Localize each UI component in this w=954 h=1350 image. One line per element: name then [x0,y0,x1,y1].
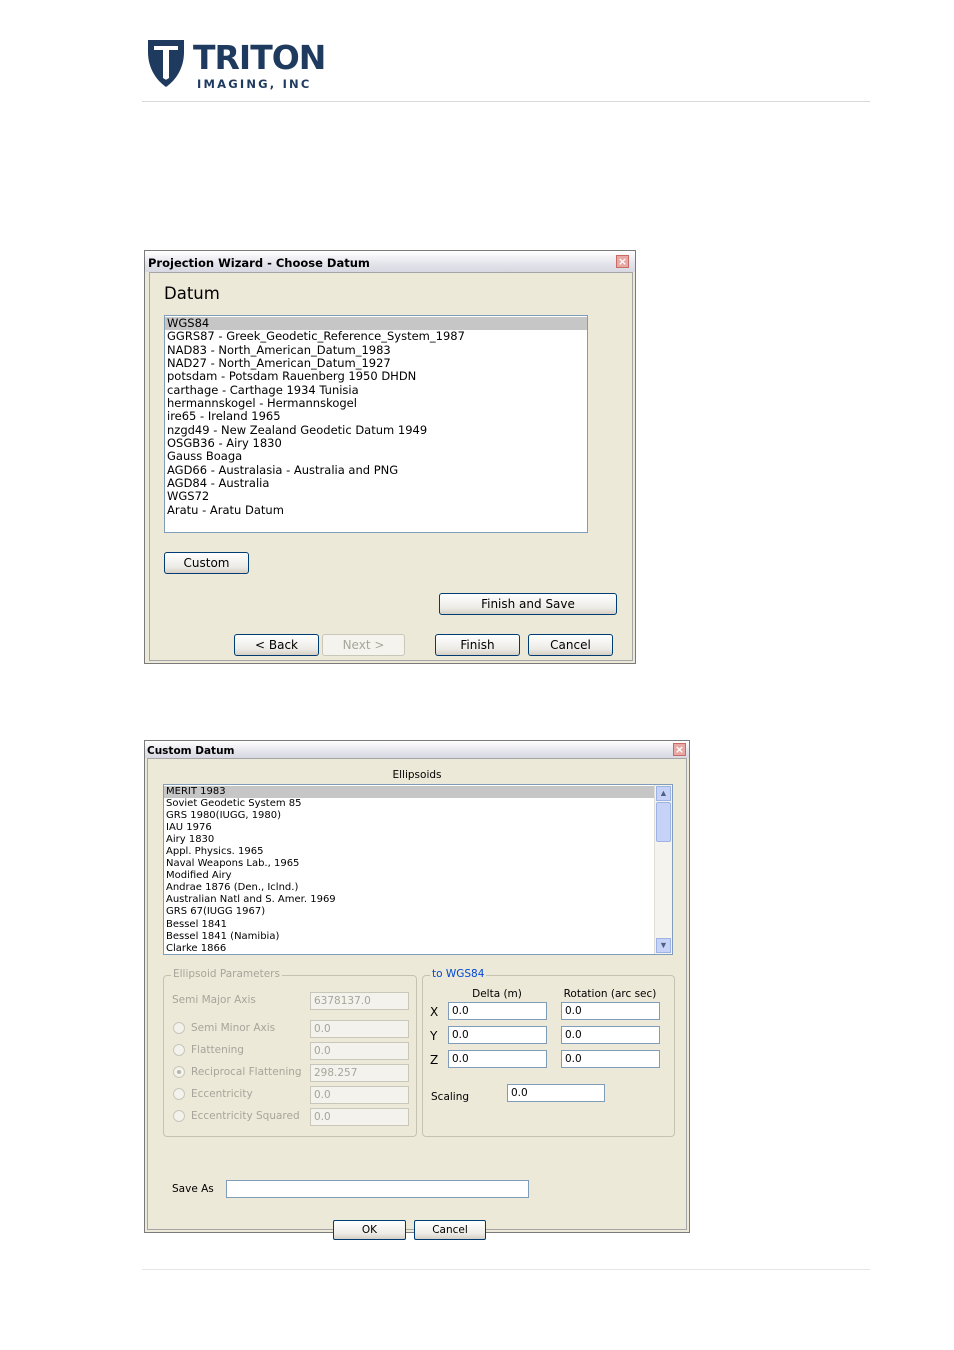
semi-major-axis-field[interactable]: 6378137.0 [310,992,409,1010]
scroll-up-icon[interactable]: ▲ [656,786,671,801]
delta-y-field[interactable]: 0.0 [448,1026,547,1044]
close-icon[interactable]: × [673,743,686,756]
scroll-down-icon[interactable]: ▼ [656,938,671,953]
rotation-x-field[interactable]: 0.0 [561,1002,660,1020]
datum-list-item[interactable]: potsdam - Potsdam Rauenberg 1950 DHDN [165,370,587,384]
eccentricity-squared-radio[interactable] [173,1110,185,1122]
custom-body: Ellipsoids MERIT 1983 Soviet Geodetic Sys… [147,758,687,1240]
ellipsoid-list-item[interactable]: GRS 67(IUGG 1967) [164,906,654,918]
ellipsoid-list-item[interactable]: Soviet Geodetic System 85 [164,798,654,810]
semi-minor-axis-field[interactable]: 0.0 [310,1020,409,1038]
ellipsoid-list-item[interactable]: MERIT 1983 [164,786,654,799]
y-label: Y [430,1029,438,1043]
ellipsoids-label: Ellipsoids [392,769,442,781]
datum-list-item[interactable]: nzgd49 - New Zealand Geodetic Datum 1949 [165,423,587,437]
datum-list-item[interactable]: AGD66 - Australasia - Australia and PNG [165,463,587,477]
eccentricity-squared-label: Eccentricity Squared [191,1110,300,1122]
datum-list[interactable]: WGS84 GGRS87 - Greek_Geodetic_Reference_S… [164,315,588,533]
reciprocal-flattening-label: Reciprocal Flattening [191,1066,302,1078]
save-as-field[interactable] [226,1180,529,1198]
ellipsoid-list-item[interactable]: Modified Airy [164,870,654,882]
datum-list-item[interactable]: carthage - Carthage 1934 Tunisia [165,383,587,397]
z-label: Z [430,1053,439,1067]
back-button[interactable]: < Back [234,634,319,656]
datum-list-item[interactable]: NAD83 - North_American_Datum_1983 [165,343,587,357]
save-as-label: Save As [172,1183,214,1195]
eccentricity-label: Eccentricity [191,1088,253,1100]
eccentricity-radio[interactable] [173,1088,185,1100]
ellipsoid-list-item[interactable]: Andrae 1876 (Den., Iclnd.) [164,882,654,894]
ellipsoid-list-item[interactable]: Australian Natl and S. Amer. 1969 [164,894,654,906]
datum-list-item[interactable]: Gauss Boaga [165,450,587,464]
datum-list-item[interactable]: Aratu - Aratu Datum [165,503,587,517]
datum-list-item[interactable]: OSGB36 - Airy 1830 [165,436,587,450]
datum-list-item[interactable]: NAD27 - North_American_Datum_1927 [165,356,587,370]
wizard-titlebar[interactable]: Projection Wizard - Choose Datum × [145,251,635,272]
ellipsoid-list-item[interactable]: Airy 1830 [164,834,654,846]
scroll-thumb[interactable] [656,802,671,842]
to-wgs84-group: to WGS84 Delta (m) Rotation (arc sec) X … [422,968,675,1137]
datum-list-item[interactable]: AGD84 - Australia [165,476,587,490]
delta-z-field[interactable]: 0.0 [448,1050,547,1068]
ellipsoid-list-item[interactable]: IAU 1976 [164,822,654,834]
brand-name: TRITON [193,38,326,77]
semi-major-axis-label: Semi Major Axis [172,994,256,1006]
delta-header: Delta (m) [472,988,522,1000]
datum-list-item[interactable]: ire65 - Ireland 1965 [165,410,587,424]
datum-list-item[interactable]: WGS72 [165,490,587,504]
ellipsoid-list-item[interactable]: Bessel 1841 (Namibia) [164,931,654,943]
rotation-z-field[interactable]: 0.0 [561,1050,660,1068]
custom-title: Custom Datum [147,745,235,757]
brand-subtitle: IMAGING, INC [197,77,312,91]
wizard-body: Datum WGS84 GGRS87 - Greek_Geodetic_Refer… [149,272,633,661]
next-button[interactable]: Next > [322,634,405,656]
ok-button[interactable]: OK [333,1220,406,1240]
ellipsoid-list[interactable]: MERIT 1983 Soviet Geodetic System 85 GRS 1… [164,786,654,954]
rotation-header: Rotation (arc sec) [563,988,657,1000]
triton-logo-icon [148,40,184,87]
flattening-radio[interactable] [173,1044,185,1056]
datum-heading: Datum [164,284,220,303]
reciprocal-flattening-radio[interactable] [173,1066,185,1078]
flattening-field[interactable]: 0.0 [310,1042,409,1060]
cancel-button[interactable]: Cancel [528,634,613,656]
flattening-label: Flattening [191,1044,244,1056]
finish-button[interactable]: Finish [435,634,520,656]
header-divider [142,101,870,102]
scaling-label: Scaling [431,1091,470,1103]
rotation-y-field[interactable]: 0.0 [561,1026,660,1044]
wizard-title: Projection Wizard - Choose Datum [148,256,370,270]
to-wgs84-title: to WGS84 [430,968,487,980]
ellipsoid-list-item[interactable]: Naval Weapons Lab., 1965 [164,858,654,870]
custom-datum-window: Custom Datum × Ellipsoids MERIT 1983 Sovi… [144,740,690,1240]
ellipsoid-parameters-group: Ellipsoid Parameters Semi Major Axis 637… [163,968,417,1137]
semi-minor-axis-radio[interactable] [173,1022,185,1034]
ellipsoid-list-item[interactable]: GRS 1980(IUGG, 1980) [164,810,654,822]
delta-x-field[interactable]: 0.0 [448,1002,547,1020]
footer-divider [142,1269,870,1270]
datum-list-item[interactable]: hermannskogel - Hermannskogel [165,396,587,410]
projection-wizard-window: Projection Wizard - Choose Datum × Datum… [144,250,636,664]
scaling-field[interactable]: 0.0 [507,1084,605,1102]
semi-minor-axis-label: Semi Minor Axis [191,1022,276,1034]
close-icon[interactable]: × [616,255,629,268]
x-label: X [430,1005,439,1019]
ellipsoid-scrollbar[interactable]: ▲ ▼ [654,785,672,954]
ellipsoid-list-item[interactable]: Bessel 1841 [164,919,654,931]
reciprocal-flattening-field[interactable]: 298.257 [310,1064,409,1082]
ellipsoid-parameters-title: Ellipsoid Parameters [171,968,282,980]
custom-button[interactable]: Custom [164,552,249,574]
ellipsoid-listbox[interactable]: MERIT 1983 Soviet Geodetic System 85 GRS 1… [163,784,673,955]
custom-titlebar[interactable]: Custom Datum × [145,741,689,758]
ellipsoid-list-item[interactable]: Appl. Physics. 1965 [164,846,654,858]
eccentricity-squared-field[interactable]: 0.0 [310,1108,409,1126]
finish-and-save-button[interactable]: Finish and Save [439,593,617,615]
eccentricity-field[interactable]: 0.0 [310,1086,409,1104]
custom-cancel-button[interactable]: Cancel [414,1220,486,1240]
ellipsoid-list-item[interactable]: Clarke 1866 [164,943,654,954]
datum-list-item[interactable]: GGRS87 - Greek_Geodetic_Reference_System… [165,329,587,343]
datum-list-item[interactable]: WGS84 [165,316,587,331]
